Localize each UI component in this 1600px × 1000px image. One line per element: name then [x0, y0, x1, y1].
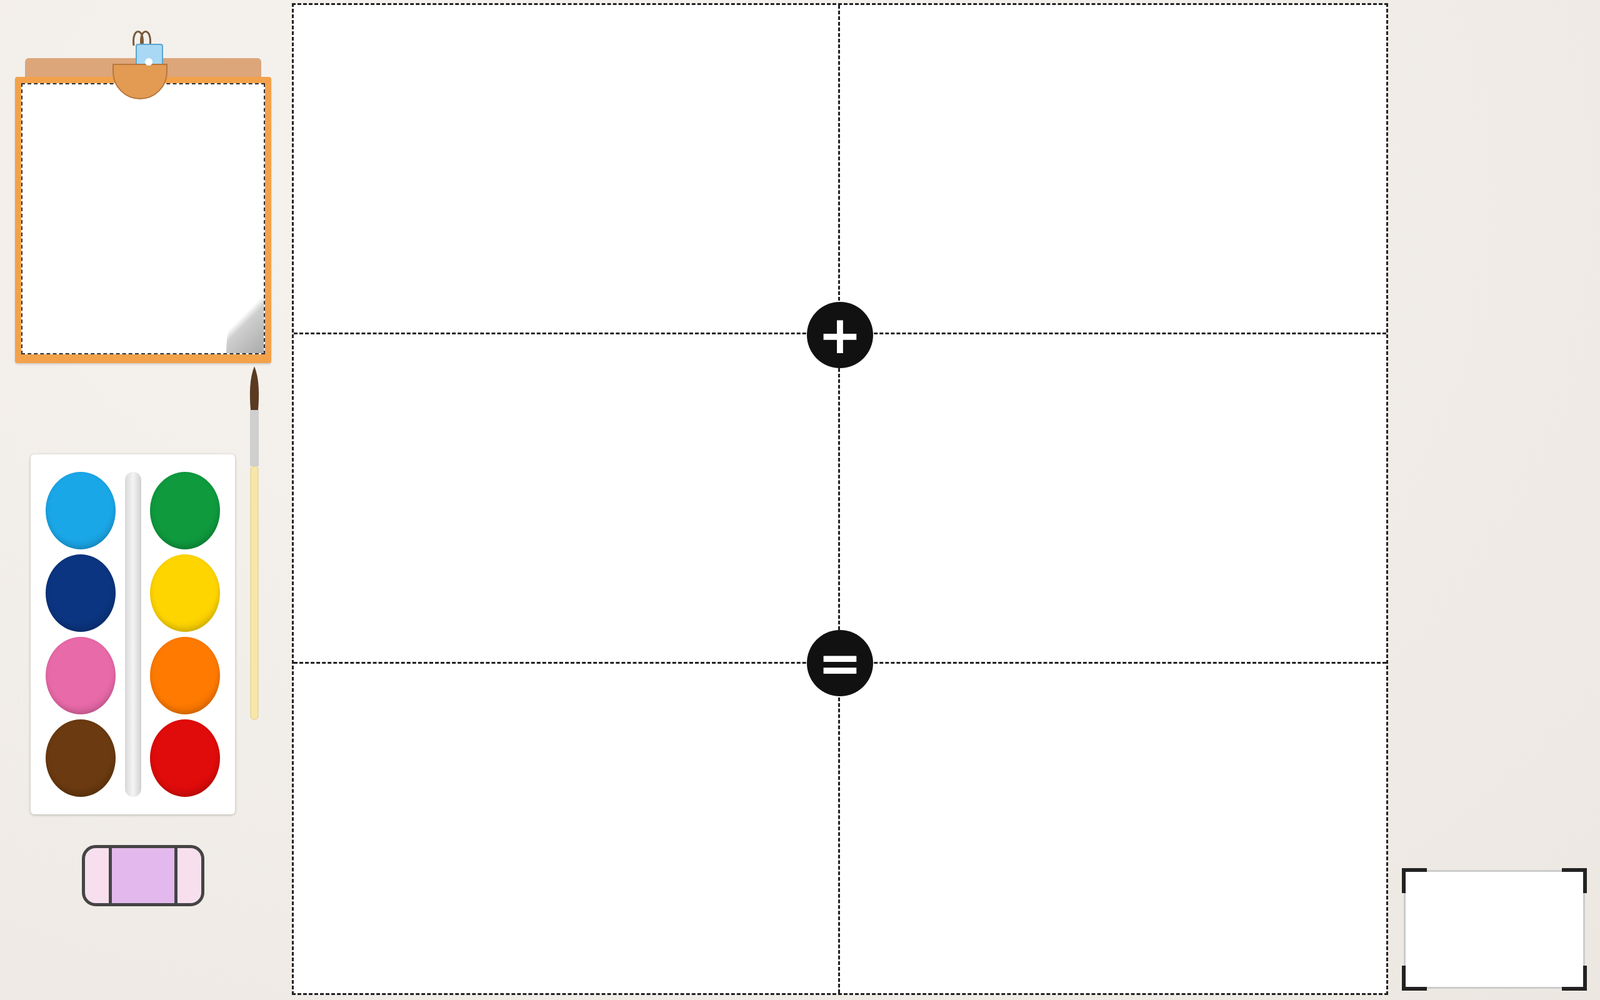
- game-screen: +=: [0, 0, 1600, 1000]
- capture-frame[interactable]: [1403, 870, 1585, 989]
- drop-cell[interactable]: [293, 663, 840, 994]
- clipboard[interactable]: [15, 20, 272, 364]
- drawing-paper[interactable]: [21, 83, 265, 355]
- operator-badge: =: [806, 630, 874, 697]
- paint-swatch[interactable]: [45, 471, 116, 550]
- binder-clip-icon: [108, 20, 172, 109]
- drop-cell[interactable]: [293, 334, 840, 664]
- paint-swatch[interactable]: [45, 554, 116, 632]
- paint-swatch[interactable]: [45, 636, 116, 715]
- drop-cell[interactable]: [840, 663, 1387, 994]
- paint-swatch[interactable]: [150, 554, 220, 632]
- watercolor-palette: [30, 454, 235, 815]
- operator-badge: +: [806, 301, 874, 369]
- paint-swatch[interactable]: [150, 636, 220, 715]
- paint-swatch[interactable]: [150, 471, 220, 550]
- paint-swatch[interactable]: [150, 719, 220, 797]
- drop-cell[interactable]: [840, 5, 1387, 335]
- tool-sidebar: [0, 0, 292, 1000]
- paintbrush-icon[interactable]: [245, 366, 264, 723]
- equation-board: +=: [291, 3, 1389, 995]
- drop-cell[interactable]: [293, 5, 840, 335]
- eraser[interactable]: [81, 845, 205, 907]
- drop-cell[interactable]: [840, 334, 1387, 664]
- paint-swatch[interactable]: [45, 719, 116, 797]
